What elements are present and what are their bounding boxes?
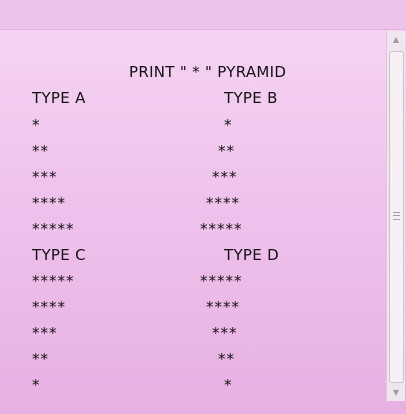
pyramid-d-row: *** — [212, 324, 238, 342]
pyramid-d-row: **** — [206, 298, 240, 316]
type-c-heading: TYPE C — [32, 246, 86, 264]
type-b-heading: TYPE B — [224, 89, 278, 107]
pyramid-c-row: * — [32, 376, 41, 394]
pyramid-c-row: ** — [32, 350, 49, 368]
pyramid-c-row: ***** — [32, 272, 75, 290]
chevron-down-icon[interactable]: ▼ — [387, 384, 405, 401]
pyramid-c-row: *** — [32, 324, 58, 342]
scrollbar-thumb[interactable] — [389, 51, 404, 383]
type-a-heading: TYPE A — [32, 89, 86, 107]
chevron-up-icon[interactable]: ▲ — [387, 31, 405, 48]
pyramid-b-row: **** — [206, 194, 240, 212]
pyramid-d-row: ** — [218, 350, 235, 368]
grip-icon — [393, 212, 400, 220]
resize-handle-icon[interactable]: ⋰ — [392, 400, 404, 412]
pyramid-a-row: * — [32, 116, 41, 134]
pyramid-a-row: *** — [32, 168, 58, 186]
pyramid-d-row: ***** — [200, 272, 243, 290]
vertical-scrollbar[interactable]: ▲ ▼ — [386, 31, 405, 401]
type-d-heading: TYPE D — [224, 246, 279, 264]
pyramid-b-row: ** — [218, 142, 235, 160]
pyramid-b-row: * — [224, 116, 233, 134]
pyramid-a-row: ** — [32, 142, 49, 160]
page-title: PRINT " * " PYRAMID — [129, 63, 287, 81]
note-text: PRINT " * " PYRAMID TYPE A TYPE B * ** *… — [0, 0, 386, 414]
pyramid-a-row: **** — [32, 194, 66, 212]
pyramid-a-row: ***** — [32, 220, 75, 238]
pyramid-b-row: ***** — [200, 220, 243, 238]
pyramid-d-row: * — [224, 376, 233, 394]
pyramid-b-row: *** — [212, 168, 238, 186]
pyramid-c-row: **** — [32, 298, 66, 316]
